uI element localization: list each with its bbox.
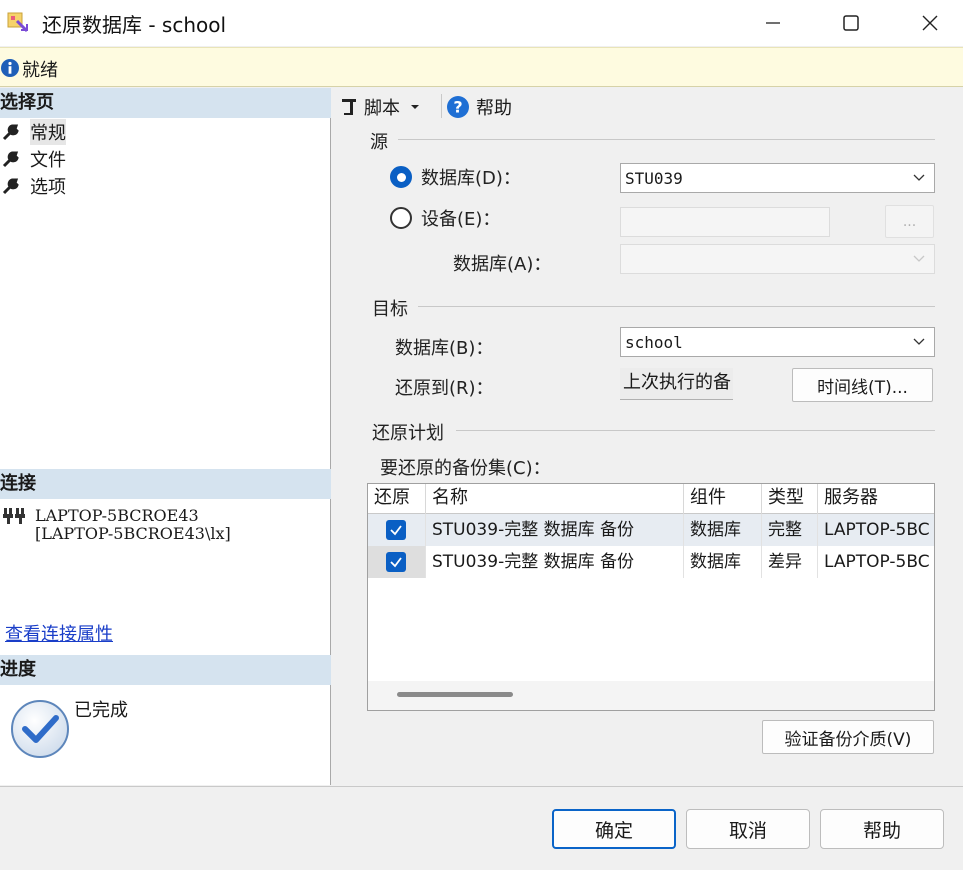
minimize-button[interactable] <box>733 0 813 46</box>
wrench-icon <box>0 175 24 197</box>
ok-button[interactable]: 确定 <box>552 809 676 849</box>
target-database-combo[interactable]: school <box>620 327 935 357</box>
restore-to-value: 上次执行的备 <box>620 368 733 400</box>
progress-complete-icon <box>9 698 71 760</box>
server-cell: LAPTOP-5BC <box>824 520 930 540</box>
view-connection-properties-link[interactable]: 查看连接属性 <box>5 620 113 646</box>
database-radio-label: 数据库(D)： <box>421 168 521 189</box>
target-database-value: school <box>625 332 683 352</box>
backup-sets-grid[interactable]: 还原 名称 组件 类型 服务器 STU039-完整 数据库 备份 数据库 完整 … <box>367 483 935 711</box>
table-row[interactable]: STU039-完整 数据库 备份 数据库 完整 LAPTOP-5BC <box>368 514 934 546</box>
dialog-footer: 确定 取消 帮助 <box>0 786 963 870</box>
maximize-button[interactable] <box>811 0 891 46</box>
column-header-name[interactable]: 名称 <box>426 484 684 514</box>
page-item-options[interactable]: 选项 <box>0 172 66 199</box>
chevron-down-icon <box>913 174 925 181</box>
script-button[interactable]: 脚本 <box>338 94 422 120</box>
scrollbar-thumb[interactable] <box>397 692 513 697</box>
target-database-label: 数据库(B)： <box>395 338 494 359</box>
restore-cell[interactable] <box>368 514 426 546</box>
type-cell: 差异 <box>762 546 818 578</box>
toolbar-separator <box>441 94 442 118</box>
page-item-label: 文件 <box>30 149 66 171</box>
help-toolbar-label: 帮助 <box>476 98 512 119</box>
device-database-label: 数据库(A)： <box>453 254 552 275</box>
status-text: 就绪 <box>22 60 58 81</box>
target-group-line <box>418 306 935 307</box>
progress-status: 已完成 <box>74 700 128 721</box>
progress-header: 进度 <box>0 655 331 685</box>
device-browse-button[interactable]: ... <box>885 205 934 238</box>
page-item-label: 常规 <box>30 118 66 145</box>
page-item-files[interactable]: 文件 <box>0 145 66 172</box>
backup-name-cell: STU039-完整 数据库 备份 <box>426 546 684 578</box>
chevron-down-icon <box>913 255 925 262</box>
dropdown-arrow-icon <box>411 105 419 109</box>
connection-header: 连接 <box>0 469 331 499</box>
connection-login: [LAPTOP-5BCROE43\lx] <box>35 524 231 543</box>
timeline-button[interactable]: 时间线(T)... <box>792 368 933 402</box>
restore-checkbox[interactable] <box>386 552 406 572</box>
close-icon <box>922 15 938 31</box>
device-radio-label: 设备(E)： <box>421 209 501 230</box>
restore-cell[interactable] <box>368 546 426 578</box>
device-database-combo[interactable] <box>620 244 935 274</box>
source-database-value: STU039 <box>625 168 683 188</box>
device-radio[interactable]: 设备(E)： <box>390 205 500 231</box>
table-row[interactable]: STU039-完整 数据库 备份 数据库 差异 LAPTOP-5BC <box>368 546 934 578</box>
info-icon <box>1 59 19 77</box>
column-header-component[interactable]: 组件 <box>684 484 762 514</box>
window-title: 还原数据库 - school <box>42 13 227 37</box>
source-database-combo[interactable]: STU039 <box>620 163 935 193</box>
help-button[interactable]: 帮助 <box>820 809 944 849</box>
device-radio-indicator[interactable] <box>390 207 412 229</box>
minimize-icon <box>766 22 780 24</box>
chevron-down-icon <box>913 338 925 345</box>
source-group-label: 源 <box>370 132 388 153</box>
wrench-icon <box>0 121 24 143</box>
page-item-general[interactable]: 常规 <box>0 118 66 145</box>
restore-checkbox[interactable] <box>386 520 406 540</box>
device-path-field[interactable] <box>620 207 830 237</box>
backup-name-cell: STU039-完整 数据库 备份 <box>426 514 684 546</box>
component-cell: 数据库 <box>684 546 762 578</box>
column-header-restore[interactable]: 还原 <box>368 484 426 514</box>
restore-database-app-icon <box>7 12 29 33</box>
help-icon: ? <box>447 96 469 118</box>
server-cell: LAPTOP-5BC <box>824 552 930 572</box>
help-toolbar-button[interactable]: ? 帮助 <box>446 94 512 120</box>
type-cell: 完整 <box>762 514 818 546</box>
svg-text:?: ? <box>453 98 462 117</box>
server-connection-icon <box>2 506 26 526</box>
grid-header: 还原 名称 组件 类型 服务器 <box>368 484 934 514</box>
checkmark-icon <box>390 525 402 536</box>
maximize-icon <box>843 15 859 31</box>
database-radio-indicator[interactable] <box>390 166 412 188</box>
wrench-icon <box>0 148 24 170</box>
select-page-header: 选择页 <box>0 88 331 118</box>
restore-plan-group-label: 还原计划 <box>372 423 444 444</box>
restore-to-label: 还原到(R)： <box>395 378 494 399</box>
page-item-label: 选项 <box>30 176 66 198</box>
component-cell: 数据库 <box>684 514 762 546</box>
cancel-button[interactable]: 取消 <box>686 809 810 849</box>
checkmark-icon <box>390 557 402 568</box>
close-button[interactable] <box>890 0 963 46</box>
database-radio[interactable]: 数据库(D)： <box>390 164 521 190</box>
column-header-type[interactable]: 类型 <box>762 484 818 514</box>
backup-sets-label: 要还原的备份集(C)： <box>380 458 551 479</box>
restore-plan-group-line <box>456 430 935 431</box>
target-group-label: 目标 <box>372 299 408 320</box>
status-bar: 就绪 <box>0 47 963 87</box>
left-panel: 选择页 常规 文件 选项 连接 LAPTOP-5BCROE43 [LAPTOP-… <box>0 88 331 785</box>
horizontal-scrollbar[interactable] <box>368 681 934 710</box>
script-label: 脚本 <box>364 98 400 119</box>
verify-backup-media-button[interactable]: 验证备份介质(V) <box>762 720 934 754</box>
script-icon <box>342 99 356 115</box>
title-bar: 还原数据库 - school <box>0 0 963 46</box>
column-header-server[interactable]: 服务器 <box>818 484 936 514</box>
source-group-line <box>398 139 935 140</box>
connection-server: LAPTOP-5BCROE43 <box>35 506 199 525</box>
right-panel: 脚本 ? 帮助 源 数据库(D)： STU039 设备(E)： ... 数据库(… <box>332 88 963 785</box>
